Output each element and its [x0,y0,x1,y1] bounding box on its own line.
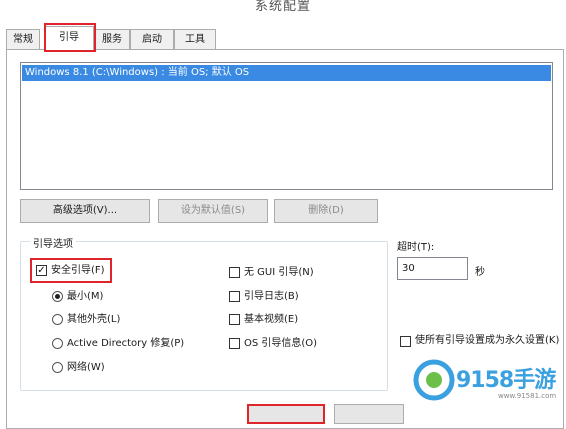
ok-button[interactable] [247,404,325,424]
safe-boot-label: 安全引导(F) [51,265,105,276]
brand-logo-icon [413,359,455,401]
boot-os-list[interactable]: Windows 8.1 (C:\Windows) : 当前 OS; 默认 OS [20,62,553,190]
cancel-button[interactable] [334,404,404,424]
permanent-settings-label: 使所有引导设置成为永久设置(K) [415,335,560,346]
watermark-url: www.91581.com [498,392,557,400]
watermark-brand: 9158手游 [456,368,556,393]
timeout-input[interactable]: 30 [397,257,468,280]
tab-strip: 常规 引导 服务 启动 工具 [6,26,556,51]
tab-general[interactable]: 常规 [6,29,40,49]
boot-options-label: 引导选项 [30,235,76,250]
set-default-button[interactable]: 设为默认值(S) [158,199,268,223]
checkbox-icon[interactable] [229,291,240,302]
window-title: 系统配置 [254,0,311,14]
advanced-options-button[interactable]: 高级选项(V)... [20,199,150,223]
timeout-unit: 秒 [475,267,485,278]
radio-icon[interactable] [52,338,63,349]
timeout-label: 超时(T): [397,242,435,253]
checkbox-icon[interactable] [229,314,240,325]
tab-boot[interactable]: 引导 [44,26,94,51]
tab-services[interactable]: 服务 [94,29,130,49]
radio-icon[interactable] [52,362,63,373]
checkbox-icon[interactable] [229,267,240,278]
radio-icon[interactable] [52,314,63,325]
delete-button[interactable]: 删除(D) [274,199,378,223]
tab-tools[interactable]: 工具 [174,29,216,49]
site-watermark: 9158手游 www.91581.com [412,358,562,408]
checkbox-icon[interactable] [229,338,240,349]
boot-os-entry[interactable]: Windows 8.1 (C:\Windows) : 当前 OS; 默认 OS [22,65,551,81]
checkbox-checked-icon[interactable]: ✓ [36,265,47,276]
radio-selected-icon[interactable] [52,291,63,302]
checkbox-icon[interactable] [400,336,411,347]
tab-startup[interactable]: 启动 [130,29,174,49]
title-bar: 系统配置 [0,0,566,18]
